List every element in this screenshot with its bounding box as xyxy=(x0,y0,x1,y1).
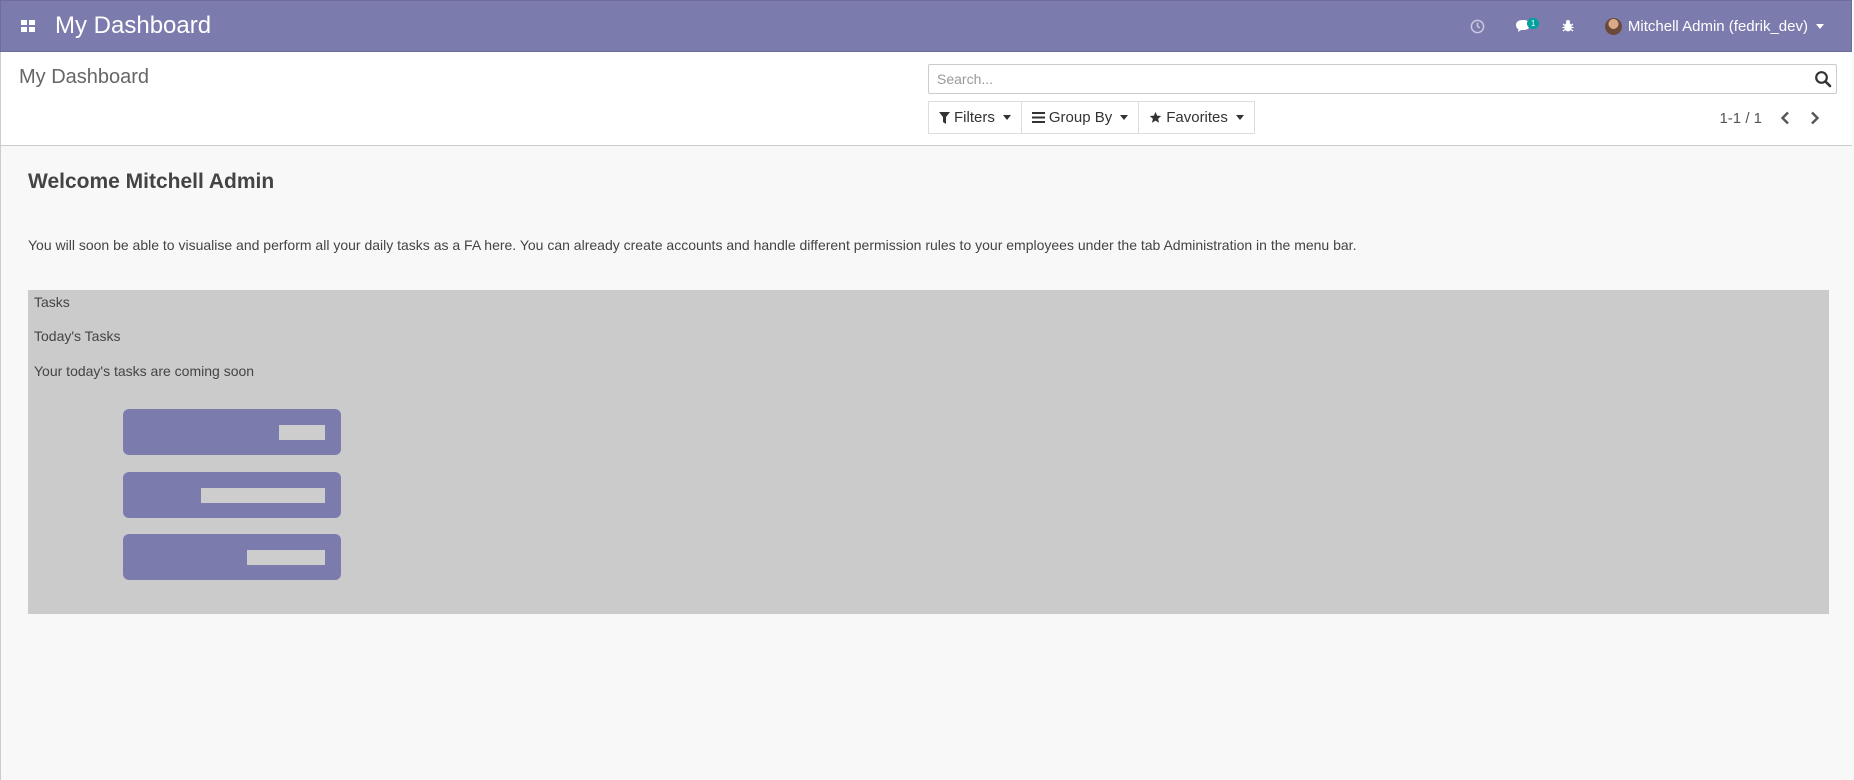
pager-next-button[interactable] xyxy=(1800,108,1830,128)
search-options: Filters Group By Favorites xyxy=(928,101,1255,134)
list-icon xyxy=(1031,112,1045,123)
group-by-button[interactable]: Group By xyxy=(1020,101,1140,134)
task-card-placeholder[interactable] xyxy=(123,534,341,580)
task-card-label-placeholder xyxy=(201,488,325,503)
favorites-button[interactable]: Favorites xyxy=(1138,101,1255,134)
clock-icon xyxy=(1470,19,1485,33)
task-card-label-placeholder xyxy=(279,425,325,440)
pager-value[interactable]: 1-1 / 1 xyxy=(1719,110,1762,127)
user-menu[interactable]: Mitchell Admin (fedrik_dev) xyxy=(1590,1,1839,51)
debug-button[interactable] xyxy=(1546,1,1590,51)
task-card-label-placeholder xyxy=(247,550,325,565)
chevron-down-icon xyxy=(1235,115,1244,120)
star-icon xyxy=(1150,111,1162,123)
chevron-right-icon xyxy=(1811,111,1820,125)
filters-label: Filters xyxy=(954,109,995,126)
todays-tasks-heading: Today's Tasks xyxy=(34,328,121,344)
control-panel: My Dashboard Filters Group By xyxy=(0,52,1852,146)
avatar xyxy=(1604,17,1622,35)
activity-button[interactable] xyxy=(1455,1,1500,51)
filters-button[interactable]: Filters xyxy=(928,101,1022,134)
search-box xyxy=(928,64,1837,94)
task-card-placeholder[interactable] xyxy=(123,472,341,518)
group-by-label: Group By xyxy=(1048,109,1113,126)
tasks-coming-soon-text: Your today's tasks are coming soon xyxy=(34,363,255,379)
tasks-heading: Tasks xyxy=(34,294,70,310)
message-count-badge: 1 xyxy=(1526,18,1540,29)
search-icon[interactable] xyxy=(1814,70,1832,88)
welcome-heading: Welcome Mitchell Admin xyxy=(28,170,275,193)
top-navbar: My Dashboard 1 Mitchell Admin (fedrik_de… xyxy=(0,0,1852,52)
apps-menu-icon[interactable] xyxy=(1,1,55,51)
app-brand-title[interactable]: My Dashboard xyxy=(55,12,211,40)
chevron-left-icon xyxy=(1780,111,1789,125)
navbar-systray: 1 Mitchell Admin (fedrik_dev) xyxy=(1455,1,1839,51)
favorites-label: Favorites xyxy=(1166,109,1228,126)
chevron-down-icon xyxy=(1816,23,1824,29)
filter-icon xyxy=(939,111,950,124)
breadcrumb-title: My Dashboard xyxy=(19,66,150,88)
chevron-down-icon xyxy=(1002,115,1011,120)
intro-text: You will soon be able to visualise and p… xyxy=(28,237,1357,253)
messaging-button[interactable]: 1 xyxy=(1500,1,1546,51)
tasks-panel: Tasks Today's Tasks Your today's tasks a… xyxy=(28,290,1829,614)
task-card-placeholder[interactable] xyxy=(123,409,341,455)
dashboard-content: Welcome Mitchell Admin You will soon be … xyxy=(0,146,1852,780)
bug-icon xyxy=(1562,20,1574,32)
pager: 1-1 / 1 xyxy=(1719,108,1830,128)
pager-previous-button[interactable] xyxy=(1770,108,1800,128)
search-input[interactable] xyxy=(935,65,1799,93)
chevron-down-icon xyxy=(1120,115,1129,120)
user-name: Mitchell Admin (fedrik_dev) xyxy=(1627,17,1808,35)
